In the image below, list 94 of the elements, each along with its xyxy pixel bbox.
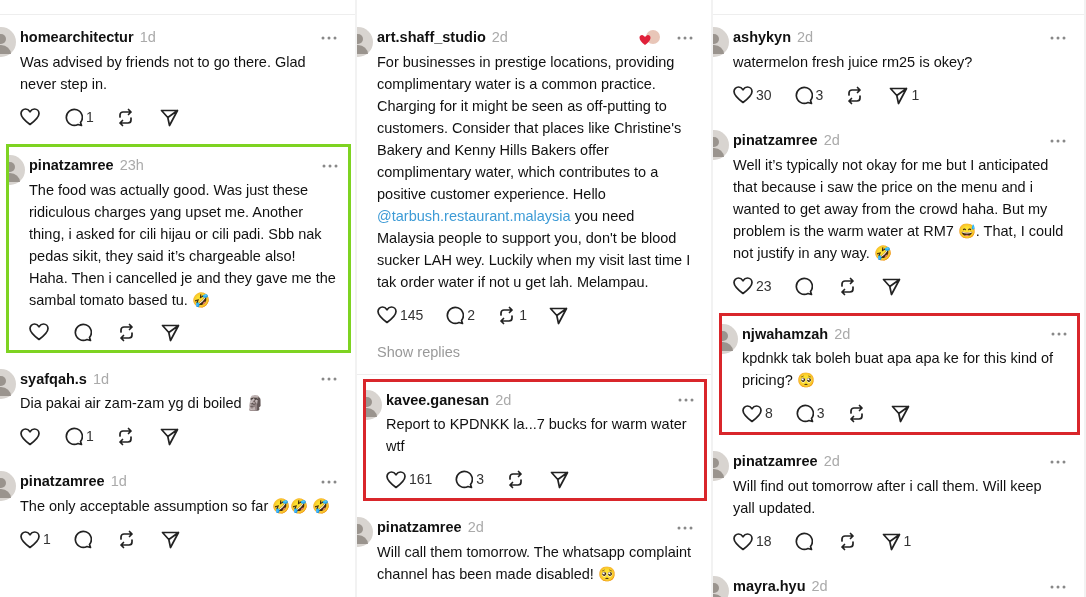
comment-text: kpdnkk tak boleh buat apa apa ke for this kind of pricing? 🥺: [742, 349, 1055, 391]
username[interactable]: kavee.ganesan: [386, 389, 490, 412]
heart-icon[interactable]: [377, 306, 397, 325]
count: 1: [86, 427, 94, 447]
username[interactable]: mayra.hyu: [733, 576, 806, 597]
timestamp: 2d: [834, 324, 851, 344]
send-icon[interactable]: [881, 532, 901, 551]
comment-icon[interactable]: [64, 427, 83, 447]
username[interactable]: ashykyn: [733, 27, 792, 49]
comment-text: The food was actually good. Was just these ridiculous charges yang upset me. Another thing, i asked for cili hijau or cili padi. Sbb nak pedas sikit, they said it’s chargeable also! Haha. Then i cancelled je and they gave me the sambal tomato based tu. 🤣: [29, 180, 337, 310]
count: 1: [519, 305, 527, 325]
timestamp: 2d: [797, 28, 814, 47]
count: 145: [400, 305, 424, 325]
count: 30: [756, 85, 772, 105]
username[interactable]: pinatzamree: [29, 154, 114, 177]
heart-icon[interactable]: [733, 277, 753, 295]
more-options-icon[interactable]: [321, 377, 337, 382]
send-icon[interactable]: [550, 470, 570, 490]
more-options-icon[interactable]: [678, 398, 694, 403]
timestamp: 1d: [139, 28, 156, 47]
send-icon[interactable]: [159, 427, 179, 447]
count: 18: [756, 532, 772, 551]
count: 8: [765, 404, 773, 424]
timestamp: 2d: [495, 390, 512, 410]
comment-text: For businesses in prestige locations, providing complimentary water is a common practice. Charging for it might be seen as off-putting to customers. Consider that places like Christine's Bakery and Kenny Hills Bakers offer complimentary water, which contributes to a positive customer experience. Hello @tarbush.restaurant.malaysia you need Malaysia people to support you, don't be blood sucker LAH wey. Luckily when my visit last time I tak order water if not u get lah. Melampau.: [377, 52, 692, 292]
heart-icon[interactable]: [733, 532, 753, 551]
send-icon[interactable]: [548, 305, 568, 325]
username[interactable]: pinatzamree: [20, 471, 105, 493]
more-options-icon[interactable]: [322, 163, 338, 168]
count: 2: [467, 305, 476, 325]
username[interactable]: pinatzamree: [377, 517, 462, 539]
comment-text: Will find out tomorrow after i call them. Will keep yall updated.: [733, 477, 1043, 518]
timestamp: 2d: [823, 452, 840, 472]
comment-icon[interactable]: [445, 305, 465, 325]
count: 23: [756, 276, 772, 296]
timestamp: 1d: [110, 472, 127, 492]
username[interactable]: pinatzamree: [733, 129, 818, 152]
more-options-icon[interactable]: [677, 526, 693, 531]
more-options-icon[interactable]: [1050, 460, 1066, 465]
heart-icon[interactable]: [20, 108, 40, 127]
send-icon[interactable]: [889, 85, 909, 105]
send-icon[interactable]: [881, 276, 901, 296]
send-icon[interactable]: [159, 107, 179, 127]
heart-icon[interactable]: [733, 86, 753, 105]
comment-text: Will call them tomorrow. The whatsapp complaint channel has been made disabled! 🥺: [377, 543, 693, 584]
comment-icon[interactable]: [73, 322, 92, 342]
comment-text: Dia pakai air zam-zam yg di boiled 🗿: [20, 394, 265, 414]
count: 1: [86, 107, 94, 127]
count: 3: [815, 85, 824, 105]
comment-text: Was advised by friends not to go there. Glad never step in.: [20, 52, 307, 94]
comment-text: watermelon fresh juice rm25 is okey?: [733, 52, 974, 72]
more-options-icon[interactable]: [1050, 584, 1066, 589]
send-icon[interactable]: [890, 404, 910, 424]
heart-icon[interactable]: [386, 470, 406, 489]
more-options-icon[interactable]: [677, 35, 693, 40]
more-options-icon[interactable]: [1050, 138, 1066, 143]
comment-text: The only acceptable assumption so far 🤣🤣 🤣: [20, 497, 332, 516]
timestamp: 2d: [823, 130, 840, 150]
send-icon[interactable]: [160, 530, 180, 549]
count: 161: [409, 470, 433, 490]
comment-icon[interactable]: [454, 470, 474, 490]
comment-icon[interactable]: [793, 276, 813, 296]
count: 3: [476, 470, 485, 490]
timestamp: 23h: [119, 155, 144, 175]
heart-icon[interactable]: [20, 427, 40, 446]
count: 3: [816, 404, 825, 424]
count: 1: [911, 85, 920, 105]
repost-icon[interactable]: [117, 322, 136, 342]
username[interactable]: art.shaff_studio: [377, 27, 486, 49]
more-options-icon[interactable]: [1051, 332, 1067, 337]
comment-icon[interactable]: [793, 532, 813, 551]
timestamp: 2d: [811, 577, 828, 596]
comment-icon[interactable]: [794, 404, 814, 424]
timestamp: 2d: [491, 28, 508, 47]
more-options-icon[interactable]: [1050, 35, 1066, 40]
count: 1: [43, 530, 51, 549]
more-options-icon[interactable]: [321, 480, 337, 485]
heart-icon[interactable]: [20, 530, 40, 549]
comment-icon[interactable]: [793, 85, 813, 105]
heart-icon[interactable]: [742, 404, 762, 423]
more-options-icon[interactable]: [321, 35, 337, 40]
comment-icon[interactable]: [72, 530, 92, 549]
timestamp: 2d: [467, 518, 484, 538]
comment-icon[interactable]: [64, 107, 83, 127]
username[interactable]: pinatzamree: [733, 451, 818, 473]
send-icon[interactable]: [161, 322, 180, 342]
comment-text: Well it’s typically not okay for me but I anticipated that because i saw the price on the menu and i wanted to get away from the crowd haha. But my problem is the warm water at RM7 😅. That, I could not justify in any way. 🤣: [733, 155, 1065, 263]
heart-icon[interactable]: [29, 323, 49, 341]
comment-text: Report to KPDNKK la...7 bucks for warm water wtf: [386, 415, 688, 457]
username[interactable]: njwahamzah: [742, 323, 829, 346]
username[interactable]: homearchitectur: [20, 27, 134, 49]
count: 1: [903, 532, 912, 551]
timestamp: 1d: [92, 369, 110, 389]
username[interactable]: syafqah.s: [20, 368, 87, 391]
